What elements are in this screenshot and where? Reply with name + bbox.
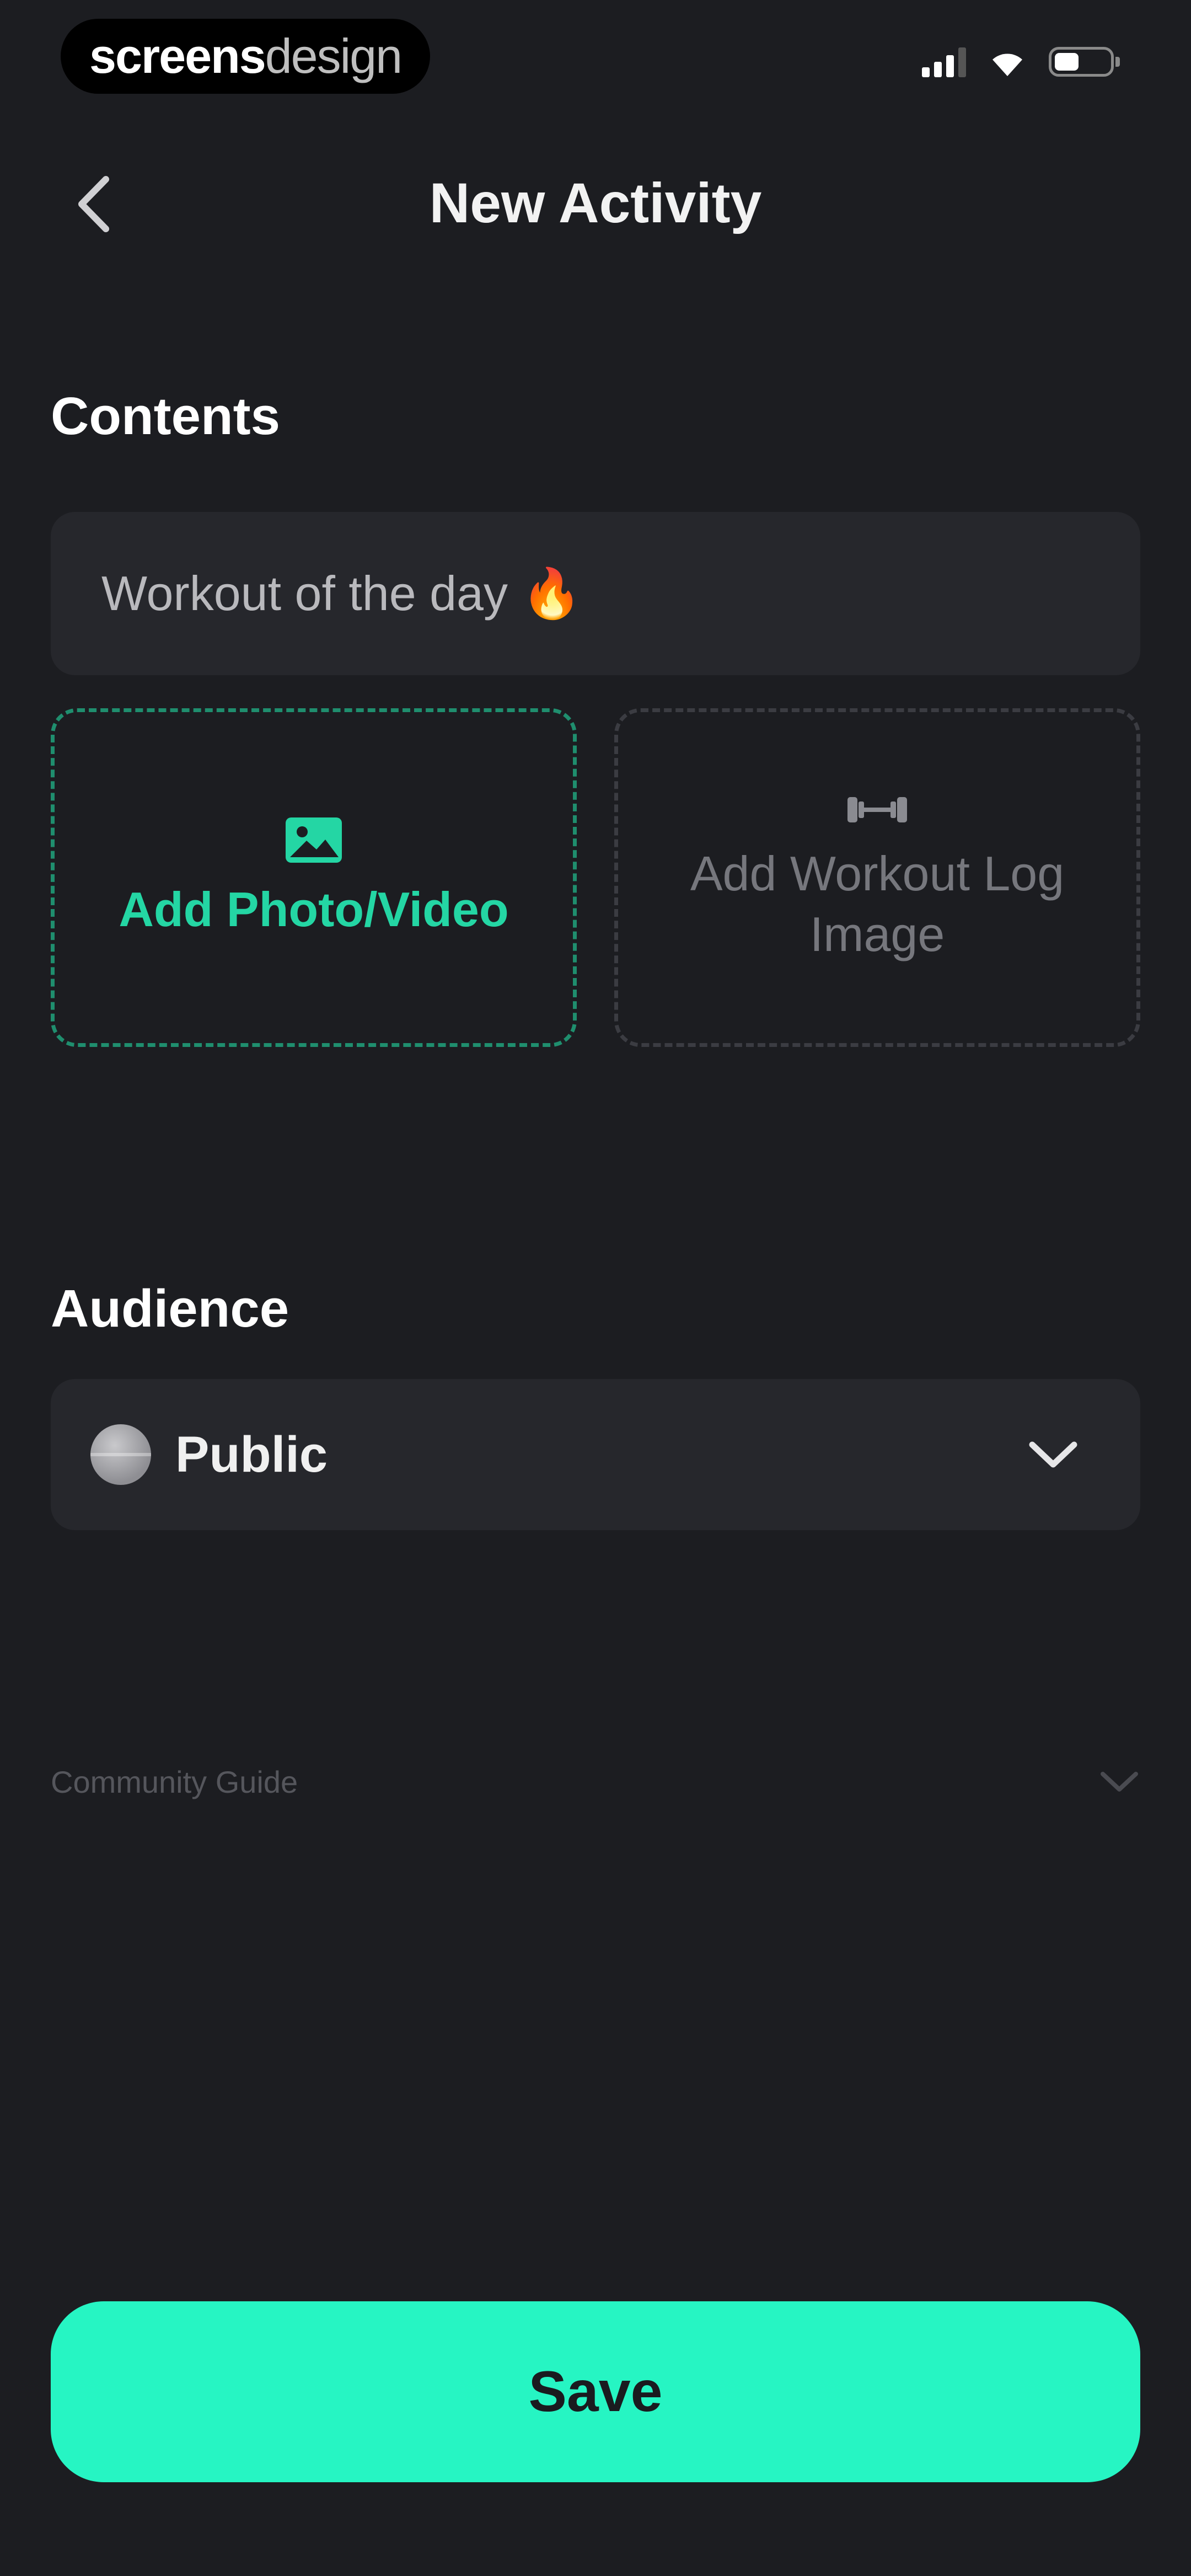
- header: New Activity: [0, 138, 1191, 270]
- chevron-down-icon: [1101, 1772, 1138, 1792]
- activity-text-value: Workout of the day 🔥: [101, 565, 582, 621]
- watermark-logo: screens design: [61, 19, 431, 94]
- battery-icon: [1049, 47, 1120, 77]
- image-icon: [286, 817, 342, 863]
- audience-selected-value: Public: [175, 1426, 328, 1483]
- chevron-down-icon: [1029, 1441, 1077, 1468]
- community-guide-toggle[interactable]: Community Guide: [51, 1743, 1140, 1820]
- watermark-bold-text: screens: [89, 29, 266, 83]
- dumbbell-icon: [847, 797, 907, 822]
- add-workout-log-label: Add Workout Log Image: [690, 846, 1065, 961]
- audience-heading: Audience: [51, 1279, 289, 1338]
- add-workout-log-button[interactable]: Add Workout Log Image: [614, 708, 1140, 1047]
- globe-icon: [90, 1424, 151, 1485]
- wifi-icon: [993, 54, 1022, 76]
- save-button[interactable]: Save: [51, 2301, 1140, 2482]
- contents-heading: Contents: [51, 387, 280, 446]
- page-title: New Activity: [429, 172, 762, 234]
- add-photo-video-button[interactable]: Add Photo/Video: [51, 708, 577, 1047]
- watermark-thin-text: design: [265, 29, 403, 83]
- audience-select[interactable]: Public: [51, 1379, 1140, 1530]
- add-photo-video-label: Add Photo/Video: [119, 882, 509, 937]
- community-guide-label: Community Guide: [51, 1764, 298, 1799]
- status-bar: screens design: [0, 0, 1191, 110]
- signal-icon: [922, 46, 966, 77]
- status-icons: [922, 46, 1120, 77]
- activity-text-input[interactable]: Workout of the day 🔥: [51, 512, 1140, 675]
